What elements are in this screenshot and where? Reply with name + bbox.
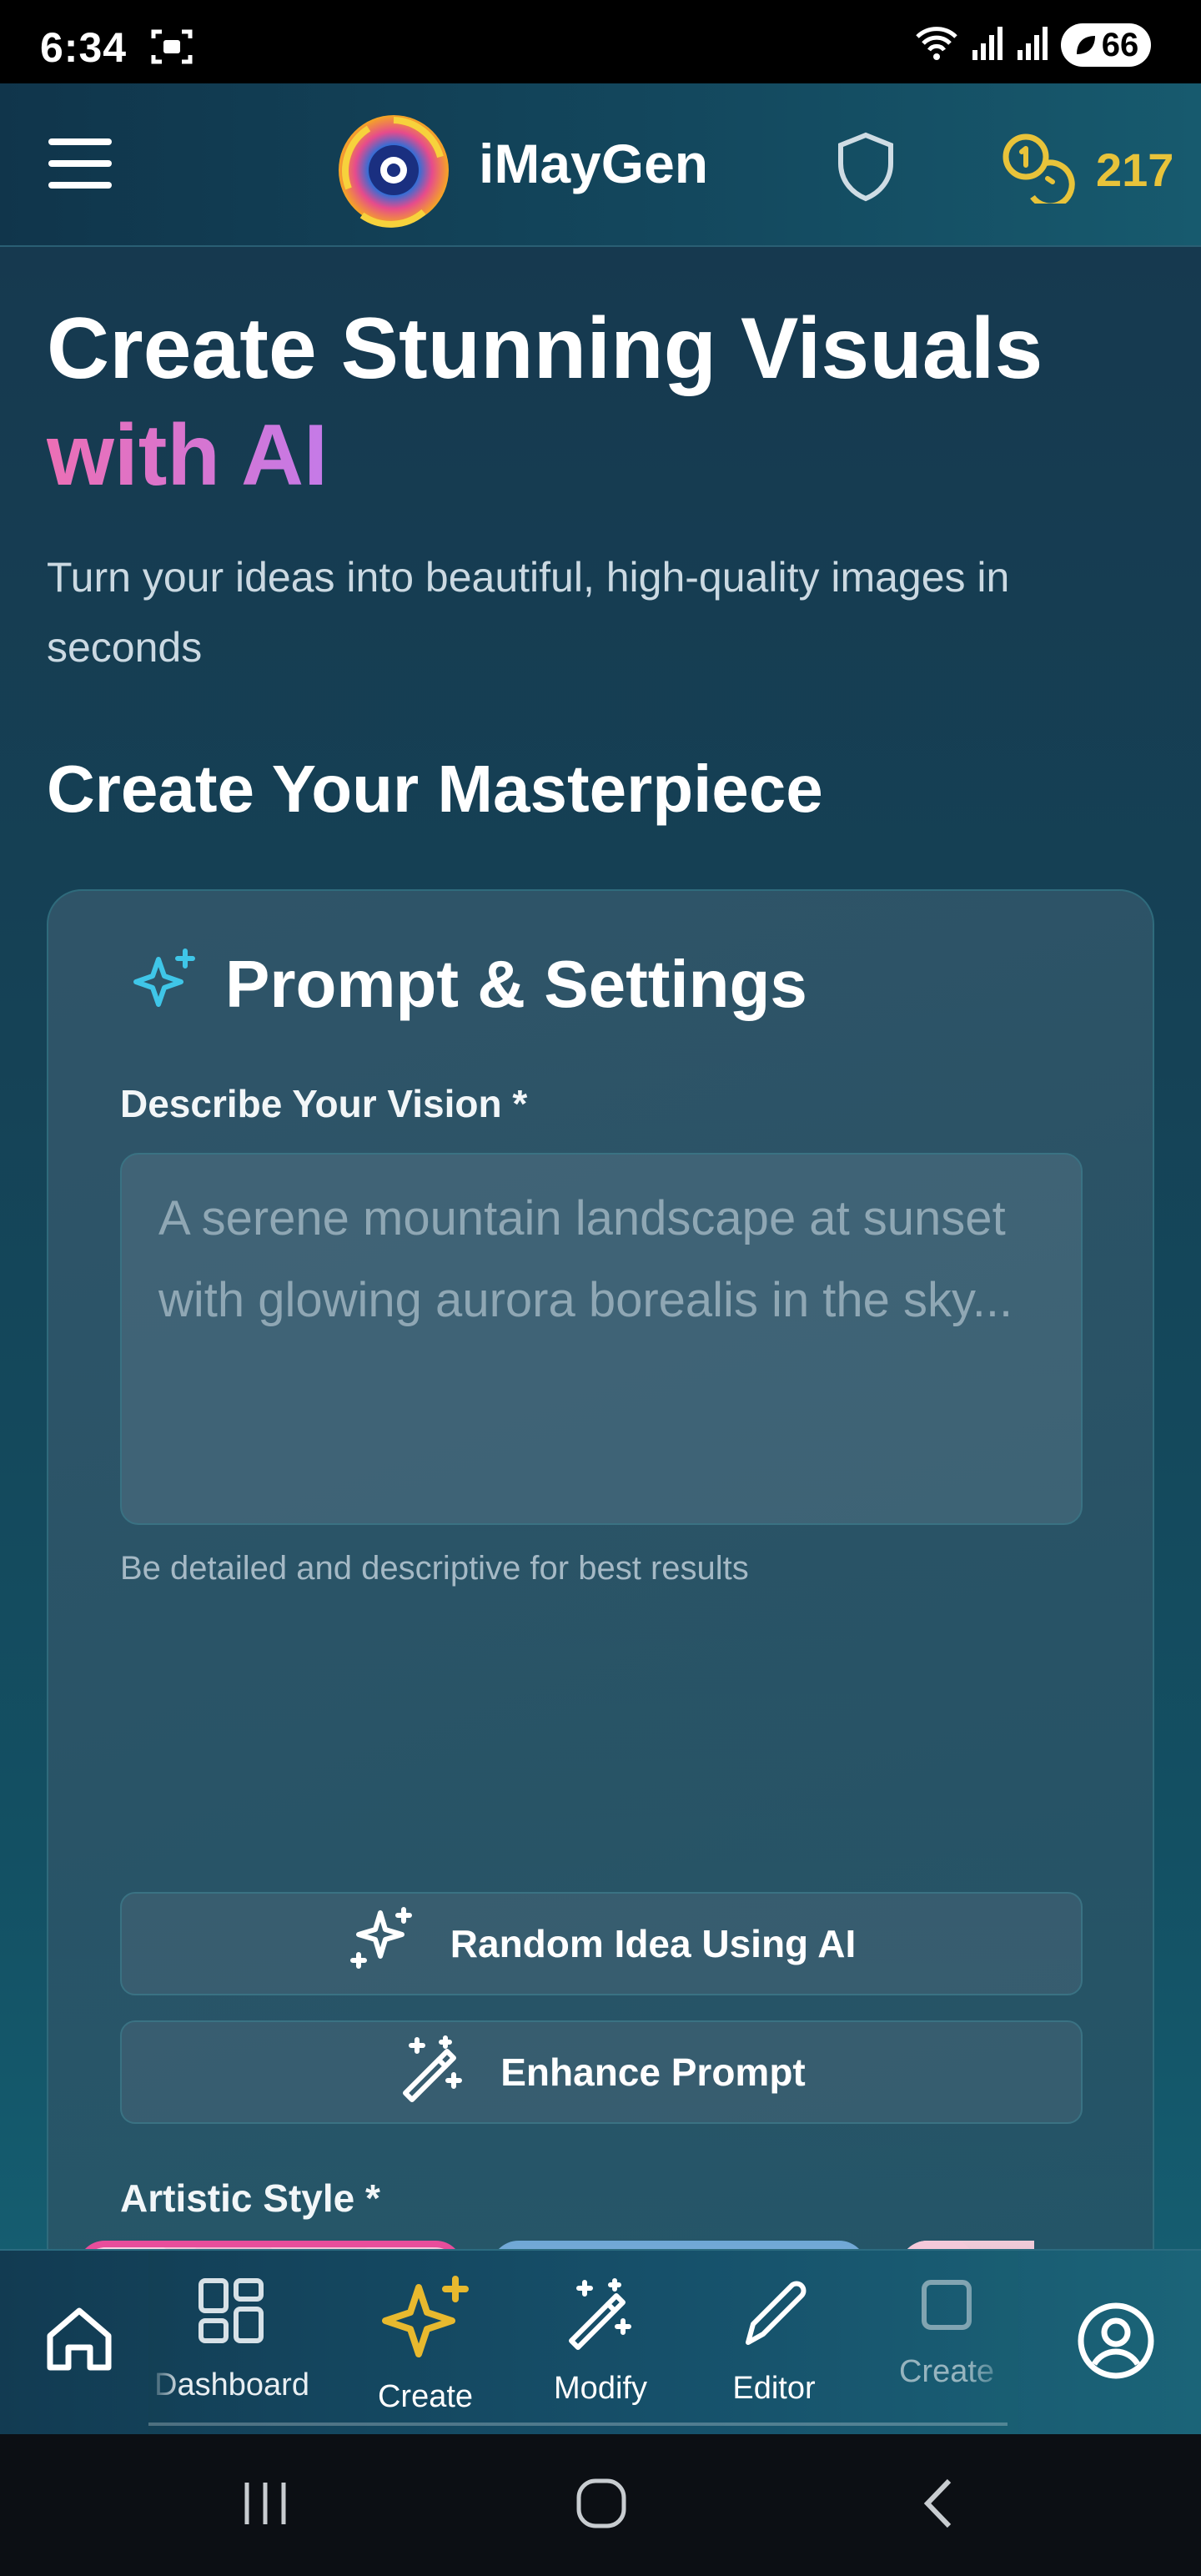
- vision-label: Describe Your Vision *: [120, 1082, 528, 1125]
- sparkles-icon: [347, 1904, 417, 1984]
- shield-icon[interactable]: [836, 132, 896, 202]
- nav-modify-label: Modify: [554, 2371, 647, 2406]
- status-time: 6:34: [40, 24, 128, 71]
- coins-icon: [1001, 132, 1081, 209]
- pencil-icon: [736, 2276, 812, 2359]
- profile-icon: [1076, 2301, 1156, 2389]
- nav-create-label: Create: [377, 2379, 474, 2414]
- credits-count: 217: [1096, 143, 1174, 196]
- hero-title-accent: with AI: [47, 407, 328, 504]
- status-bar: 6:34 66: [0, 0, 1201, 83]
- app-header: iMayGen 217: [0, 83, 1201, 247]
- home-button-icon[interactable]: [572, 2474, 631, 2537]
- hero-subtitle: Turn your ideas into beautiful, high-qua…: [47, 554, 1010, 671]
- nav-editor[interactable]: Editor: [719, 2276, 829, 2407]
- enhance-prompt-label: Enhance Prompt: [500, 2050, 806, 2094]
- prompt-textarea[interactable]: [120, 1153, 1083, 1525]
- leaf-icon: [1076, 36, 1095, 54]
- brand-name[interactable]: iMayGen: [479, 132, 708, 195]
- dashboard-icon: [196, 2276, 268, 2356]
- home-icon: [42, 2301, 117, 2384]
- random-idea-label: Random Idea Using AI: [450, 1922, 857, 1965]
- nav-profile[interactable]: [1076, 2301, 1156, 2389]
- prompt-settings-card: Prompt & Settings Describe Your Vision *…: [47, 889, 1154, 2391]
- recents-icon[interactable]: [240, 2474, 290, 2537]
- credits-display[interactable]: 217: [1001, 132, 1174, 209]
- sparkle-icon: [375, 2276, 475, 2376]
- card-title: Prompt & Settings: [225, 947, 807, 1021]
- section-title: Create Your Masterpiece: [47, 752, 823, 826]
- system-navigation-bar: [0, 2434, 1201, 2576]
- brand-logo[interactable]: [332, 108, 455, 232]
- bottom-navigation: Dashboard Create Modify Editor Create: [0, 2249, 1201, 2436]
- signal-icon-2: [1016, 25, 1049, 66]
- nav-create[interactable]: Create: [367, 2276, 484, 2415]
- nav-editor-label: Editor: [732, 2371, 816, 2406]
- nav-modify[interactable]: Modify: [542, 2276, 659, 2407]
- sparkle-icon: [130, 948, 200, 1022]
- helper-text: Be detailed and descriptive for best res…: [120, 1550, 749, 1587]
- wifi-icon: [914, 25, 959, 66]
- signal-icon: [971, 25, 1004, 66]
- battery-indicator: 66: [1061, 23, 1151, 67]
- back-icon[interactable]: [914, 2474, 964, 2537]
- magic-wand-icon: [397, 2033, 467, 2112]
- artistic-style-label: Artistic Style *: [120, 2176, 380, 2220]
- main-content: Create Stunning Visuals with AI Turn you…: [0, 247, 1201, 2458]
- menu-button[interactable]: [48, 138, 115, 192]
- nav-home[interactable]: [42, 2301, 117, 2384]
- battery-level: 66: [1101, 26, 1139, 63]
- screenshot-icon: [150, 27, 193, 71]
- nav-scroll-indicator: [148, 2423, 1008, 2426]
- hero-title-line1: Create Stunning Visuals: [47, 300, 1043, 397]
- enhance-prompt-button[interactable]: Enhance Prompt: [120, 2020, 1083, 2124]
- hero-title: Create Stunning Visuals with AI: [47, 295, 1156, 509]
- magic-wand-icon: [563, 2276, 638, 2359]
- random-idea-button[interactable]: Random Idea Using AI: [120, 1892, 1083, 1995]
